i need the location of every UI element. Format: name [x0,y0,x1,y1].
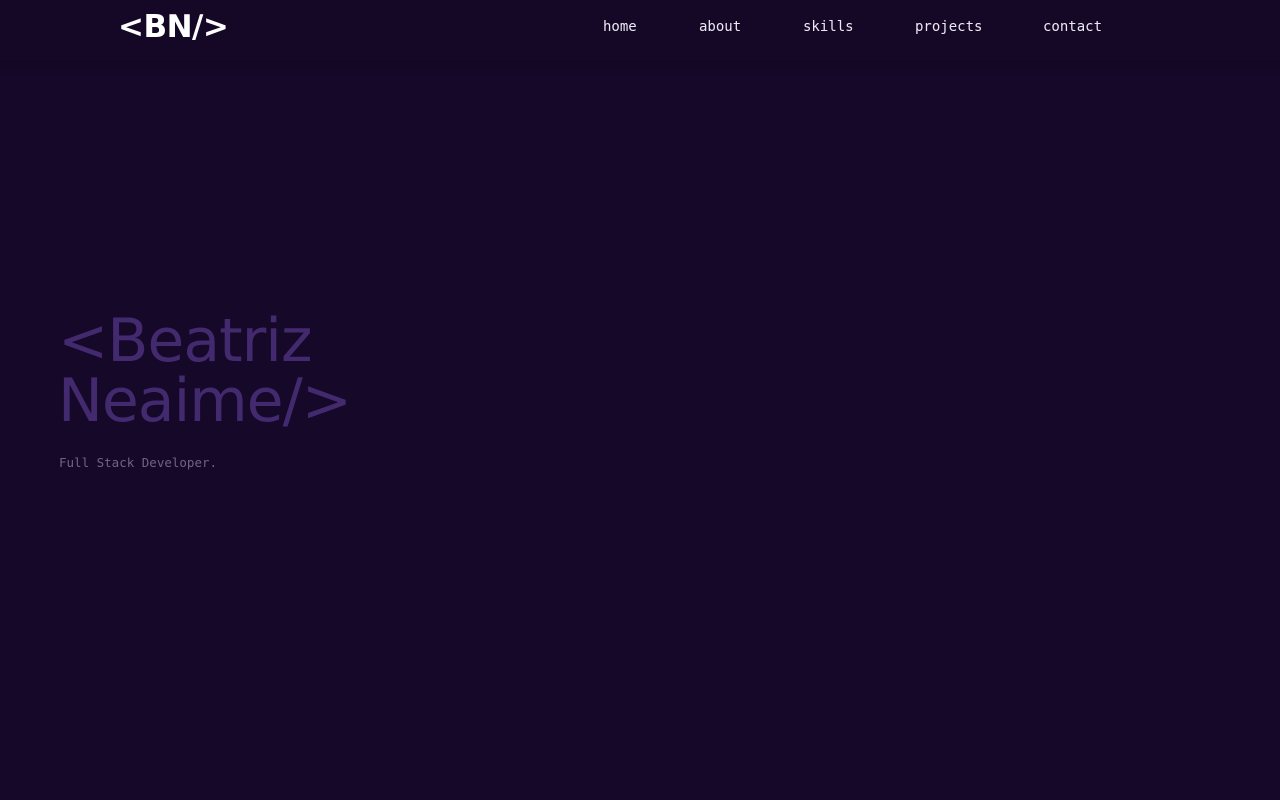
page: <BN/> home about skills projects contact… [0,0,1280,800]
hero-title-line-1: <Beatriz [58,306,312,376]
nav-link-about[interactable]: about [699,18,741,36]
nav-link-skills[interactable]: skills [803,18,854,36]
nav-link-contact[interactable]: contact [1043,18,1102,36]
site-header: <BN/> home about skills projects contact [0,0,1280,60]
hero-title: <Beatriz Neaime/> [58,306,352,436]
main-nav: home about skills projects contact [0,0,1280,56]
nav-link-projects[interactable]: projects [915,18,982,36]
hero-title-line-2: Neaime/> [58,366,352,436]
hero-subtitle: Full Stack Developer. [59,455,218,470]
nav-link-home[interactable]: home [603,18,637,36]
